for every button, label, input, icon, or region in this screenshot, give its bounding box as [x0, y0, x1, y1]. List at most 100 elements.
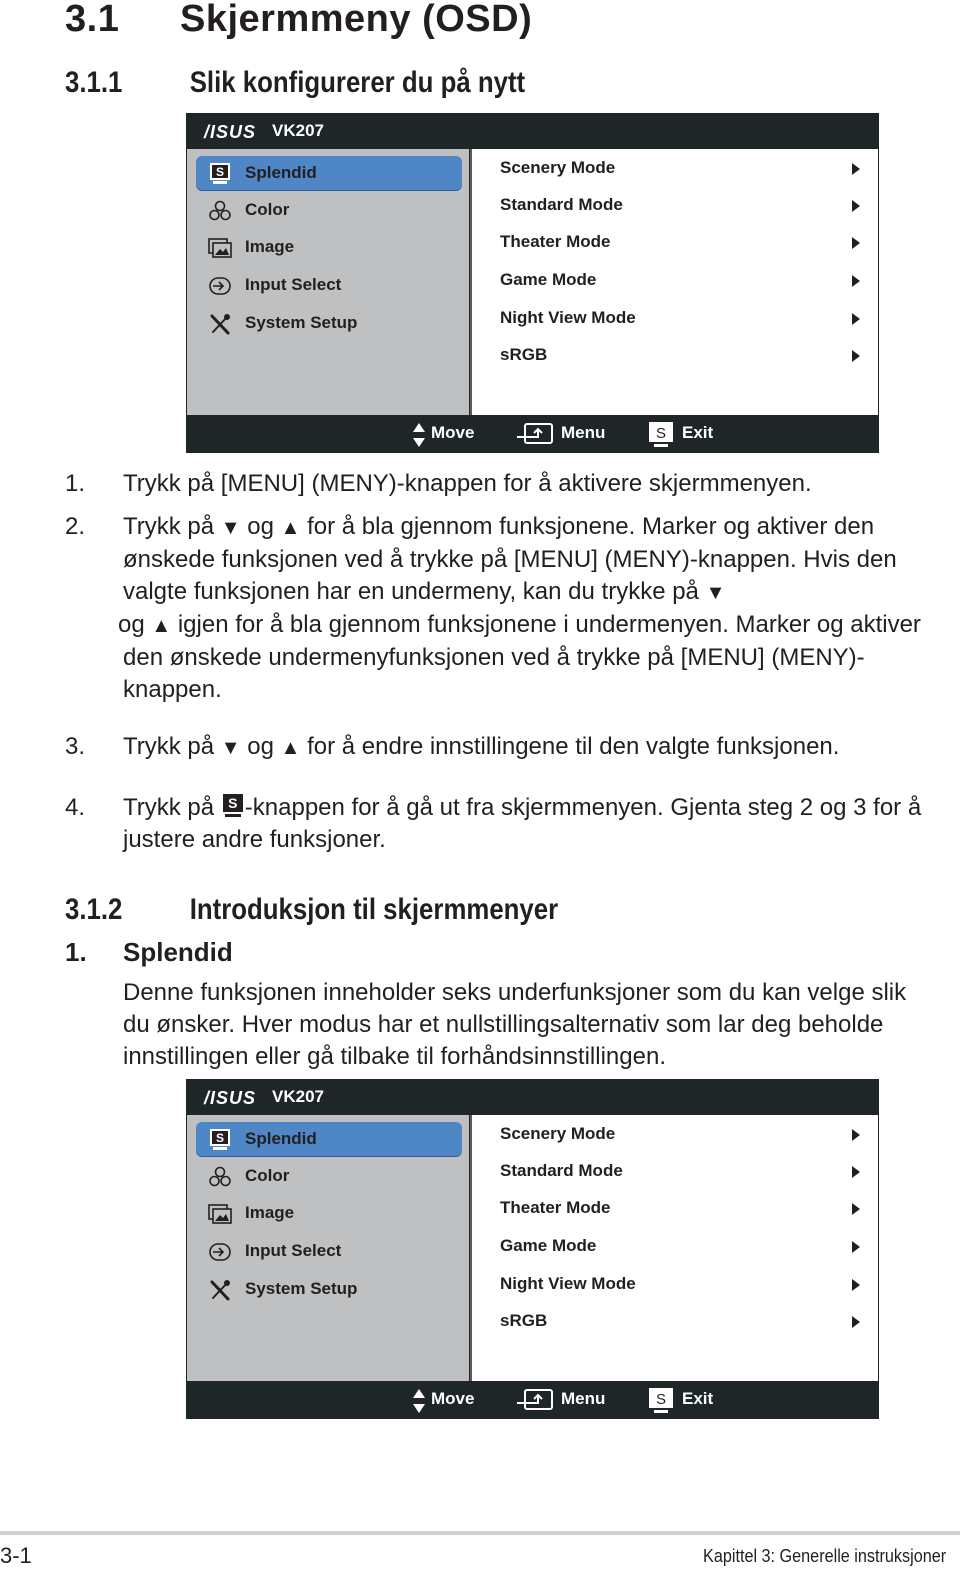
menu-item-input-select[interactable]: Input Select: [196, 268, 462, 302]
asus-logo: /ISUS: [204, 122, 257, 142]
menu-item-system-setup[interactable]: System Setup: [196, 1272, 462, 1306]
up-arrow-icon: ▲: [151, 615, 172, 637]
menu-enter-icon: [516, 1389, 554, 1416]
submenu-item-label: Scenery Mode: [500, 1124, 616, 1143]
step-text: Trykk på ▼ og ▲ for å endre innstillinge…: [123, 731, 945, 764]
text-run: Trykk på: [123, 794, 221, 821]
menu-item-color[interactable]: Color: [196, 1159, 462, 1193]
chevron-right-icon: [852, 1166, 860, 1178]
rgb-color-icon: [208, 199, 232, 221]
footer-rule: [0, 1531, 960, 1535]
submenu-item-scenery-mode[interactable]: Scenery Mode: [500, 1117, 860, 1151]
menu-hint: Menu: [561, 1389, 606, 1408]
menu-item-splendid[interactable]: S Splendid: [196, 156, 462, 190]
submenu-item-game-mode[interactable]: Game Mode: [500, 1229, 860, 1263]
heading-3-1-2: 3.1.2 Introduksjon til skjermmenyer: [65, 893, 558, 927]
up-arrow-icon: ▲: [280, 517, 301, 539]
heading-number: 3.1: [65, 0, 120, 40]
section-title: Splendid: [123, 937, 233, 967]
submenu-item-scenery-mode[interactable]: Scenery Mode: [500, 151, 860, 185]
menu-item-label: System Setup: [245, 1279, 358, 1298]
move-hint: Move: [431, 423, 475, 442]
wrench-screwdriver-icon: [208, 1278, 232, 1301]
menu-item-image[interactable]: Image: [196, 230, 462, 264]
osd-screenshot-2: /ISUS VK207 S Splendid Color Image Input: [186, 1079, 879, 1419]
step-1: 1. Trykk på [MENU] (MENY)-knappen for å …: [65, 468, 945, 500]
step-number: 3.: [65, 733, 86, 760]
osd-model: VK207: [272, 1087, 324, 1106]
up-down-arrows-icon: [412, 422, 426, 453]
text-run: og: [118, 611, 152, 638]
submenu-item-label: Standard Mode: [500, 195, 623, 214]
splendid-s-icon: S: [208, 162, 232, 184]
menu-item-label: Color: [245, 200, 290, 219]
osd-header: /ISUS VK207: [186, 113, 879, 149]
submenu-item-theater-mode[interactable]: Theater Mode: [500, 1191, 860, 1225]
step-number: 2.: [65, 513, 86, 540]
submenu-item-srgb[interactable]: sRGB: [500, 338, 860, 372]
chevron-right-icon: [852, 1129, 860, 1141]
heading-3-1-1: 3.1.1 Slik konfigurerer du på nytt: [65, 66, 525, 100]
heading-number: 3.1.2: [65, 893, 123, 926]
submenu-item-label: Scenery Mode: [500, 158, 616, 177]
menu-item-splendid[interactable]: S Splendid: [196, 1122, 462, 1156]
osd-submenu: Scenery Mode Standard Mode Theater Mode …: [470, 1115, 878, 1381]
heading-number: 3.1.1: [65, 66, 123, 99]
submenu-item-standard-mode[interactable]: Standard Mode: [500, 1154, 860, 1188]
svg-text:S: S: [656, 1391, 666, 1408]
menu-item-system-setup[interactable]: System Setup: [196, 306, 462, 340]
submenu-item-label: Night View Mode: [500, 1274, 636, 1293]
osd-submenu: Scenery Mode Standard Mode Theater Mode …: [470, 149, 878, 415]
menu-item-label: Image: [245, 1203, 295, 1222]
exit-hint: Exit: [682, 1389, 714, 1408]
s-button-icon: S: [221, 794, 245, 818]
step-text: Trykk på S -knappen for å gå ut fra skjer…: [123, 792, 945, 856]
image-icon: [208, 236, 232, 258]
up-arrow-icon: ▲: [280, 737, 301, 759]
up-down-arrows-icon: [412, 1388, 426, 1419]
heading-title: Slik konfigurerer du på nytt: [189, 66, 526, 99]
rgb-color-icon: [208, 1165, 232, 1187]
osd-footer: Move Menu S Exit: [186, 1381, 879, 1419]
menu-item-input-select[interactable]: Input Select: [196, 1234, 462, 1268]
s-key-underline: [224, 814, 241, 817]
heading-3-1: 3.1 Skjermmeny (OSD): [65, 0, 532, 41]
step-2: 2. Trykk på ▼ og ▲ for å bla gjennom fun…: [65, 511, 945, 706]
down-arrow-icon: ▼: [220, 737, 241, 759]
chevron-right-icon: [852, 313, 860, 325]
osd-model: VK207: [272, 121, 324, 140]
page-number: 3-1: [0, 1543, 32, 1568]
chevron-right-icon: [852, 275, 860, 287]
svg-text:S: S: [216, 1131, 224, 1145]
submenu-item-theater-mode[interactable]: Theater Mode: [500, 225, 860, 259]
step-3: 3. Trykk på ▼ og ▲ for å endre innstilli…: [65, 731, 945, 764]
input-select-icon: [208, 1240, 232, 1262]
osd-footer: Move Menu S Exit: [186, 415, 879, 453]
submenu-item-night-view-mode[interactable]: Night View Mode: [500, 301, 860, 335]
menu-item-label: Splendid: [245, 1129, 317, 1148]
menu-item-color[interactable]: Color: [196, 193, 462, 227]
s-key-label: S: [222, 794, 243, 812]
menu-item-label: System Setup: [245, 313, 358, 332]
submenu-item-srgb[interactable]: sRGB: [500, 1304, 860, 1338]
heading-title: Introduksjon til skjermmenyer: [189, 893, 559, 926]
text-run: Trykk på: [123, 733, 221, 760]
submenu-item-night-view-mode[interactable]: Night View Mode: [500, 1267, 860, 1301]
submenu-item-game-mode[interactable]: Game Mode: [500, 263, 860, 297]
menu-item-image[interactable]: Image: [196, 1196, 462, 1230]
menu-item-label: Input Select: [245, 1241, 342, 1260]
exit-hint: Exit: [682, 423, 714, 442]
asus-logo: /ISUS: [204, 1088, 257, 1108]
svg-text:S: S: [216, 165, 224, 179]
submenu-item-label: sRGB: [500, 1311, 548, 1330]
move-hint: Move: [431, 1389, 475, 1408]
splendid-s-icon: S: [208, 1128, 232, 1150]
exit-s-icon: S: [648, 1388, 674, 1419]
svg-text:S: S: [656, 425, 666, 442]
submenu-item-label: Theater Mode: [500, 1198, 611, 1217]
menu-item-label: Color: [245, 1166, 290, 1185]
chevron-right-icon: [852, 1241, 860, 1253]
submenu-item-label: Theater Mode: [500, 232, 611, 251]
step-text: Trykk på ▼ og ▲ for å bla gjennom funksj…: [118, 511, 945, 706]
submenu-item-standard-mode[interactable]: Standard Mode: [500, 188, 860, 222]
